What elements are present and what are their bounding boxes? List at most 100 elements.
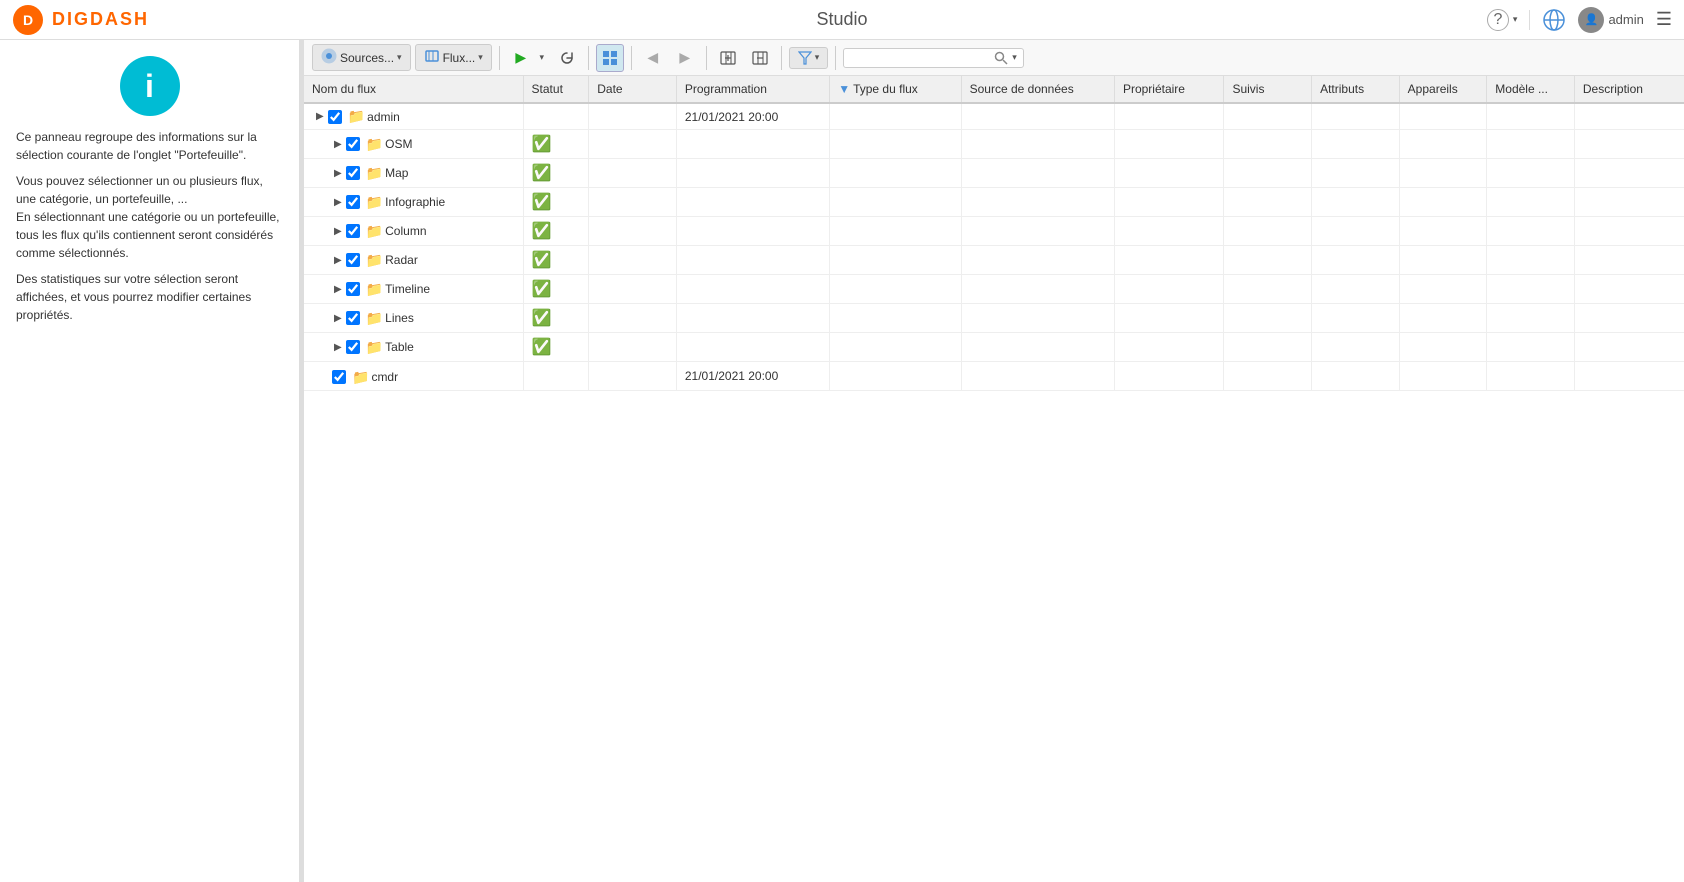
status-ok-icon: ✅: [532, 223, 552, 240]
expand-btn[interactable]: ▶: [334, 284, 342, 295]
cell-modele: [1487, 217, 1575, 246]
folder-icon: 📁: [366, 165, 383, 182]
cell-source_de_donnees: [961, 304, 1114, 333]
user-button[interactable]: 👤 admin: [1578, 7, 1643, 33]
cell-type_du_flux: [830, 217, 961, 246]
cell-appareils: [1399, 188, 1487, 217]
table-header: Nom du flux Statut Date Programmation ▼T…: [304, 76, 1684, 103]
table-row[interactable]: ▶ 📁 Radar ✅: [304, 246, 1684, 275]
add-col-button[interactable]: [714, 44, 742, 72]
filter-button[interactable]: ▾: [789, 47, 829, 69]
cell-modele: [1487, 130, 1575, 159]
cell-appareils: [1399, 103, 1487, 130]
table-row[interactable]: ▶ 📁 Map ✅: [304, 159, 1684, 188]
table-row[interactable]: ▶ 📁 admin 21/01/2021 20:00: [304, 103, 1684, 130]
cell-suivis: [1224, 103, 1312, 130]
cell-proprietaire: [1114, 159, 1224, 188]
cell-date: [589, 304, 677, 333]
row-checkbox[interactable]: [328, 110, 342, 124]
info-icon-container: i: [16, 56, 283, 116]
cell-programmation: 21/01/2021 20:00: [676, 103, 829, 130]
remove-col-button[interactable]: [746, 44, 774, 72]
table-row[interactable]: ▶ 📁 Timeline ✅: [304, 275, 1684, 304]
cell-status: ✅: [523, 275, 589, 304]
status-ok-icon: ✅: [532, 281, 552, 298]
folder-icon: 📁: [366, 310, 383, 327]
cell-name: ▶ 📁 Lines: [304, 304, 523, 333]
cell-type_du_flux: [830, 362, 961, 391]
help-button[interactable]: ? ▾: [1487, 9, 1518, 31]
row-checkbox[interactable]: [346, 311, 360, 325]
remove-col-icon: [752, 50, 768, 66]
row-checkbox[interactable]: [346, 253, 360, 267]
row-checkbox[interactable]: [346, 137, 360, 151]
expand-btn[interactable]: ▶: [334, 139, 342, 150]
col-modele: Modèle ...: [1487, 76, 1575, 103]
cell-appareils: [1399, 275, 1487, 304]
expand-btn[interactable]: ▶: [334, 255, 342, 266]
row-checkbox[interactable]: [346, 224, 360, 238]
search-icon[interactable]: [994, 51, 1008, 65]
row-checkbox[interactable]: [346, 282, 360, 296]
cell-programmation: [676, 130, 829, 159]
cell-attributs: [1312, 103, 1400, 130]
cell-date: [589, 130, 677, 159]
expand-btn[interactable]: ▶: [334, 342, 342, 353]
digdash-logo-icon: D: [12, 4, 44, 36]
folder-icon: 📁: [366, 223, 383, 240]
cell-description: [1574, 188, 1684, 217]
expand-btn[interactable]: ▶: [334, 226, 342, 237]
search-input[interactable]: [850, 51, 990, 65]
row-checkbox[interactable]: [346, 166, 360, 180]
cell-suivis: [1224, 217, 1312, 246]
col-description: Description: [1574, 76, 1684, 103]
table-row[interactable]: ▶ 📁 OSM ✅: [304, 130, 1684, 159]
row-name-label: admin: [367, 110, 400, 124]
cell-appareils: [1399, 217, 1487, 246]
content-area: Sources... ▾ Flux... ▾ ▶ ▾: [304, 40, 1684, 882]
refresh-button[interactable]: [553, 44, 581, 72]
cell-status: ✅: [523, 333, 589, 362]
expand-btn[interactable]: ▶: [334, 168, 342, 179]
expand-btn[interactable]: ▶: [316, 111, 324, 122]
cell-status: ✅: [523, 188, 589, 217]
flux-arrow: ▾: [478, 52, 483, 63]
arrow-left-button[interactable]: ◀: [639, 44, 667, 72]
row-checkbox[interactable]: [346, 195, 360, 209]
table-row[interactable]: ▶ 📁 Infographie ✅: [304, 188, 1684, 217]
arrow-right-button[interactable]: ▶: [671, 44, 699, 72]
search-dropdown-arrow[interactable]: ▾: [1012, 52, 1017, 63]
status-ok-icon: ✅: [532, 165, 552, 182]
table-area[interactable]: Nom du flux Statut Date Programmation ▼T…: [304, 76, 1684, 882]
sources-button[interactable]: Sources... ▾: [312, 44, 411, 71]
row-name-label: cmdr: [371, 370, 398, 384]
cell-attributs: [1312, 130, 1400, 159]
view-toggle-button[interactable]: [596, 44, 624, 72]
cell-appareils: [1399, 362, 1487, 391]
play-button[interactable]: ▶: [507, 44, 535, 72]
play-dropdown[interactable]: ▾: [535, 44, 549, 72]
cell-proprietaire: [1114, 188, 1224, 217]
table-row[interactable]: ▶ 📁 Lines ✅: [304, 304, 1684, 333]
col-date: Date: [589, 76, 677, 103]
cell-programmation: [676, 217, 829, 246]
table-row[interactable]: ▶ 📁 Table ✅: [304, 333, 1684, 362]
col-type-du-flux: ▼Type du flux: [830, 76, 961, 103]
expand-btn[interactable]: ▶: [334, 197, 342, 208]
menu-button[interactable]: ☰: [1656, 9, 1672, 30]
expand-btn[interactable]: ▶: [334, 313, 342, 324]
row-checkbox[interactable]: [346, 340, 360, 354]
folder-icon: 📁: [366, 339, 383, 356]
cell-date: [589, 188, 677, 217]
status-ok-icon: ✅: [532, 252, 552, 269]
cell-suivis: [1224, 130, 1312, 159]
flux-button[interactable]: Flux... ▾: [415, 44, 492, 71]
cell-attributs: [1312, 333, 1400, 362]
table-row[interactable]: ▶ 📁 Column ✅: [304, 217, 1684, 246]
cell-proprietaire: [1114, 130, 1224, 159]
cell-name: ▶ 📁 admin: [304, 103, 523, 130]
table-row[interactable]: 📁 cmdr 21/01/2021 20:00: [304, 362, 1684, 391]
cell-programmation: [676, 333, 829, 362]
row-checkbox[interactable]: [332, 370, 346, 384]
cell-status: ✅: [523, 246, 589, 275]
